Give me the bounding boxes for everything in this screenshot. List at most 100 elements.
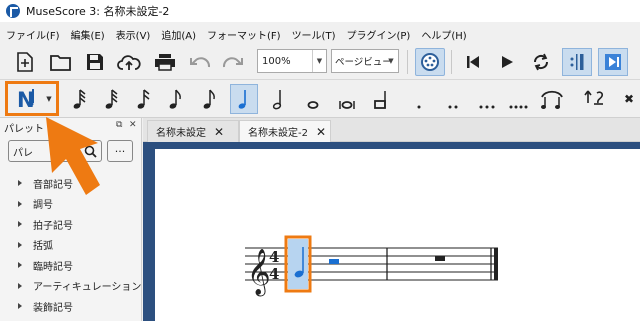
menu-view[interactable]: 表示(V) (116, 27, 151, 42)
note-half-icon (272, 90, 282, 110)
highlight-box-note-input (5, 81, 59, 116)
tab-label: 名称未設定-2 (248, 128, 308, 139)
undo-button[interactable] (187, 49, 213, 75)
tab-score-1[interactable]: 名称未設定 ✕ (147, 120, 239, 142)
duration-whole-button[interactable] (300, 84, 326, 114)
zoom-combobox[interactable]: 100% ▼ (257, 49, 327, 73)
duration-quarter-button[interactable] (230, 84, 258, 114)
palette-item-accidentals[interactable]: 臨時記号 (0, 255, 142, 276)
expand-arrow-icon (18, 241, 22, 248)
triple-dot-button[interactable] (474, 84, 500, 114)
midi-icon (421, 53, 439, 71)
expand-arrow-icon (18, 282, 22, 289)
palette-item-label: アーティキュレーション (33, 282, 142, 294)
menu-edit[interactable]: 編集(E) (71, 27, 105, 42)
chevron-down-icon[interactable]: ▼ (312, 50, 326, 72)
tab-label: 名称未設定 (156, 128, 206, 139)
toolbar-separator (451, 50, 452, 74)
more-icon: ··· (114, 144, 126, 158)
palette-search-text: パレ (13, 147, 33, 159)
close-icon[interactable]: ✕ (316, 125, 326, 139)
quadruple-dot-icon (509, 105, 528, 109)
play-button[interactable] (494, 49, 520, 75)
save-button[interactable] (82, 49, 108, 75)
palette-item-time-signatures[interactable]: 拍子記号 (0, 214, 142, 235)
upload-button[interactable] (116, 49, 142, 75)
flip-direction-button[interactable] (582, 84, 608, 114)
menu-format[interactable]: フォーマット(F) (207, 27, 281, 42)
title-bar: MuseScore 3: 名称未設定-2 (0, 0, 640, 22)
palette-item-articulations[interactable]: アーティキュレーション (0, 276, 142, 297)
cloud-upload-icon (117, 55, 141, 70)
note-32nd-icon (105, 89, 118, 109)
menu-help[interactable]: ヘルプ(H) (421, 27, 466, 42)
print-icon (155, 54, 175, 71)
chevron-down-icon[interactable]: ▼ (384, 50, 398, 72)
score-tab-bar: 名称未設定 ✕ 名称未設定-2 ✕ (143, 118, 640, 142)
close-icon[interactable]: ✕ (129, 120, 137, 130)
palette-item-brackets[interactable]: 括弧 (0, 235, 142, 256)
folder-icon (50, 55, 71, 71)
note-eighth-icon (203, 89, 215, 109)
repeat-sign-icon (570, 54, 584, 70)
whole-rest[interactable] (435, 256, 445, 261)
menu-tools[interactable]: ツール(T) (292, 27, 336, 42)
menu-add[interactable]: 追加(A) (161, 27, 196, 42)
expand-arrow-icon (18, 262, 22, 269)
window-title: MuseScore 3: 名称未設定-2 (26, 5, 170, 18)
augmentation-dot-button[interactable] (406, 84, 432, 114)
selected-note-highlight (288, 239, 308, 289)
tie-button[interactable] (538, 84, 566, 114)
close-icon[interactable]: ✕ (214, 125, 224, 139)
orange-pointer-arrow-icon (46, 117, 100, 195)
double-dot-button[interactable] (440, 84, 466, 114)
midi-input-button[interactable] (415, 48, 445, 76)
redo-button[interactable] (220, 49, 246, 75)
duration-breve-button[interactable] (334, 84, 360, 114)
redo-icon (222, 57, 243, 68)
palette-item-label: 拍子記号 (33, 220, 73, 232)
open-button[interactable] (48, 49, 74, 75)
palette-item-label: 臨時記号 (33, 261, 73, 273)
palette-title: パレット (4, 124, 44, 135)
time-signature-top: 4 (269, 248, 279, 266)
quadruple-dot-button[interactable] (506, 84, 532, 114)
note-16th-icon (137, 89, 150, 109)
palette-more-button[interactable]: ··· (107, 140, 133, 162)
note-longa-icon (374, 91, 386, 109)
toolbar-separator (407, 50, 408, 74)
rewind-button[interactable] (460, 49, 486, 75)
note-whole-icon (307, 101, 319, 109)
half-rest-selected[interactable] (329, 259, 339, 264)
menu-plugins[interactable]: プラグイン(P) (346, 27, 410, 42)
play-icon (502, 56, 513, 68)
final-barline-thick (494, 248, 498, 280)
voice-button[interactable]: ✖ (620, 84, 638, 114)
tab-score-2[interactable]: 名称未設定-2 ✕ (239, 120, 331, 142)
score-page[interactable]: 𝄞 4 4 (155, 149, 640, 321)
duration-32nd-button[interactable] (98, 84, 124, 114)
duration-longa-button[interactable] (368, 84, 394, 114)
time-signature-bottom: 4 (269, 265, 279, 283)
duration-eighth-alt-button[interactable] (196, 84, 222, 114)
undo-icon (190, 57, 211, 68)
loop-button[interactable] (528, 49, 554, 75)
loop-icon (533, 53, 549, 71)
print-button[interactable] (152, 49, 178, 75)
duration-eighth-button[interactable] (162, 84, 188, 114)
new-score-button[interactable] (12, 49, 38, 75)
pan-score-button[interactable] (598, 48, 628, 76)
menu-file[interactable]: ファイル(F) (6, 27, 60, 42)
undock-icon[interactable]: ⧉ (116, 120, 122, 130)
duration-1024th-button[interactable] (66, 84, 92, 114)
note-64th-icon (73, 89, 86, 109)
treble-clef-icon: 𝄞 (247, 249, 271, 297)
expand-arrow-icon (18, 303, 22, 310)
repeat-playback-button[interactable] (562, 48, 592, 76)
duration-16th-button[interactable] (130, 84, 156, 114)
palette-item-ornaments[interactable]: 装飾記号 (0, 296, 142, 317)
view-mode-select[interactable]: ページビュー ▼ (331, 49, 399, 73)
score-staff[interactable]: 𝄞 4 4 (155, 149, 640, 321)
duration-half-button[interactable] (266, 84, 292, 114)
pan-icon (605, 54, 621, 70)
